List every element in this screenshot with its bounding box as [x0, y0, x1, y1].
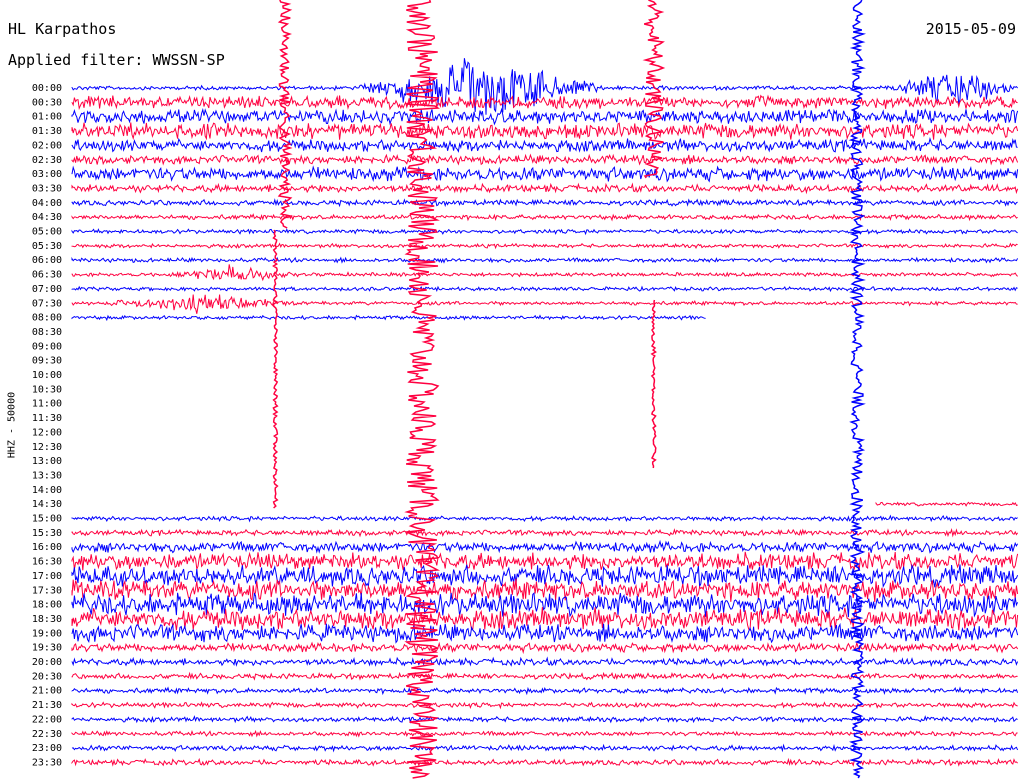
time-tick-label: 12:30: [32, 442, 62, 453]
trace-row: [71, 641, 1019, 655]
trace-row: [71, 757, 1018, 767]
seismic-traces: [71, 0, 1019, 779]
time-tick-label: 02:30: [32, 155, 62, 166]
time-tick-label: 08:30: [32, 327, 62, 338]
trace-row: [71, 294, 1018, 314]
trace-row: [71, 671, 1018, 681]
time-tick-label: 21:00: [32, 686, 62, 697]
trace-row: [71, 165, 1019, 183]
time-tick-label: 04:00: [32, 198, 62, 209]
time-tick-labels: 00:00 00:30 01:00 01:30 02:00 02:30 03:00 03:30…: [32, 83, 62, 768]
trace-row: [71, 314, 706, 322]
time-tick-label: 07:00: [32, 284, 62, 295]
time-tick-label: 11:30: [32, 413, 62, 424]
time-tick-label: 20:30: [32, 671, 62, 682]
trace-row: [71, 264, 1018, 282]
time-tick-label: 03:30: [32, 183, 62, 194]
time-tick-label: 09:00: [32, 341, 62, 352]
time-tick-label: 16:00: [32, 542, 62, 553]
helicorder-plot: 00:00 00:30 01:00 01:30 02:00 02:30 03:00 03:30…: [32, 0, 1019, 779]
time-tick-label: 23:30: [32, 757, 62, 768]
time-tick-label: 11:00: [32, 399, 62, 410]
trace-row: [71, 743, 1019, 753]
trace-row: [71, 686, 1019, 696]
trace-row: [71, 107, 1019, 126]
time-tick-label: 07:30: [32, 298, 62, 309]
time-tick-label: 06:30: [32, 270, 62, 281]
trace-row: [71, 256, 1019, 264]
trace-row: [71, 242, 1018, 250]
trace-row: [71, 528, 1019, 538]
trace-row: [71, 198, 1018, 208]
time-tick-label: 00:00: [32, 83, 62, 94]
time-tick-label: 04:30: [32, 212, 62, 223]
time-tick-label: 08:00: [32, 313, 62, 324]
time-tick-label: 02:00: [32, 140, 62, 151]
time-tick-label: 14:30: [32, 499, 62, 510]
event-spike: [272, 229, 279, 509]
time-tick-label: 23:00: [32, 743, 62, 754]
time-tick-label: 16:30: [32, 557, 62, 568]
trace-row: [71, 607, 1019, 631]
trace-row: [71, 656, 1019, 668]
time-tick-label: 10:30: [32, 384, 62, 395]
time-tick-label: 20:00: [32, 657, 62, 668]
time-tick-label: 17:30: [32, 585, 62, 596]
trace-row: [71, 729, 1018, 738]
time-tick-label: 05:00: [32, 227, 62, 238]
event-spike: [650, 299, 657, 469]
event-spike: [642, 0, 666, 179]
trace-row: [71, 701, 1018, 710]
time-tick-label: 22:00: [32, 714, 62, 725]
trace-row: [71, 551, 1019, 572]
trace-row: [71, 622, 1019, 644]
time-tick-label: 05:30: [32, 241, 62, 252]
trace-row: [71, 213, 1018, 222]
time-tick-label: 09:30: [32, 356, 62, 367]
time-tick-label: 17:00: [32, 571, 62, 582]
trace-row: [71, 228, 1018, 236]
time-tick-label: 19:00: [32, 628, 62, 639]
time-tick-label: 06:00: [32, 255, 62, 266]
trace-row: [71, 285, 1018, 293]
time-tick-label: 13:00: [32, 456, 62, 467]
trace-row: [71, 94, 1018, 111]
trace-row: [71, 153, 1019, 166]
time-tick-label: 18:00: [32, 600, 62, 611]
time-tick-label: 15:30: [32, 528, 62, 539]
time-tick-label: 03:00: [32, 169, 62, 180]
time-tick-label: 22:30: [32, 729, 62, 740]
time-tick-label: 12:00: [32, 427, 62, 438]
time-tick-label: 14:00: [32, 485, 62, 496]
trace-row: [71, 514, 1018, 523]
trace-row: [71, 715, 1018, 724]
time-tick-label: 19:30: [32, 643, 62, 654]
time-tick-label: 10:00: [32, 370, 62, 381]
trace-row: [71, 182, 1019, 195]
time-tick-label: 01:00: [32, 112, 62, 123]
time-tick-label: 13:30: [32, 470, 62, 481]
time-tick-label: 15:00: [32, 514, 62, 525]
time-tick-label: 00:30: [32, 97, 62, 108]
time-tick-label: 18:30: [32, 614, 62, 625]
time-tick-label: 01:30: [32, 126, 62, 137]
trace-row: [71, 137, 1018, 153]
trace-row: [71, 539, 1019, 554]
trace-row: [71, 122, 1019, 141]
time-tick-label: 21:30: [32, 700, 62, 711]
trace-row: [875, 501, 1018, 507]
